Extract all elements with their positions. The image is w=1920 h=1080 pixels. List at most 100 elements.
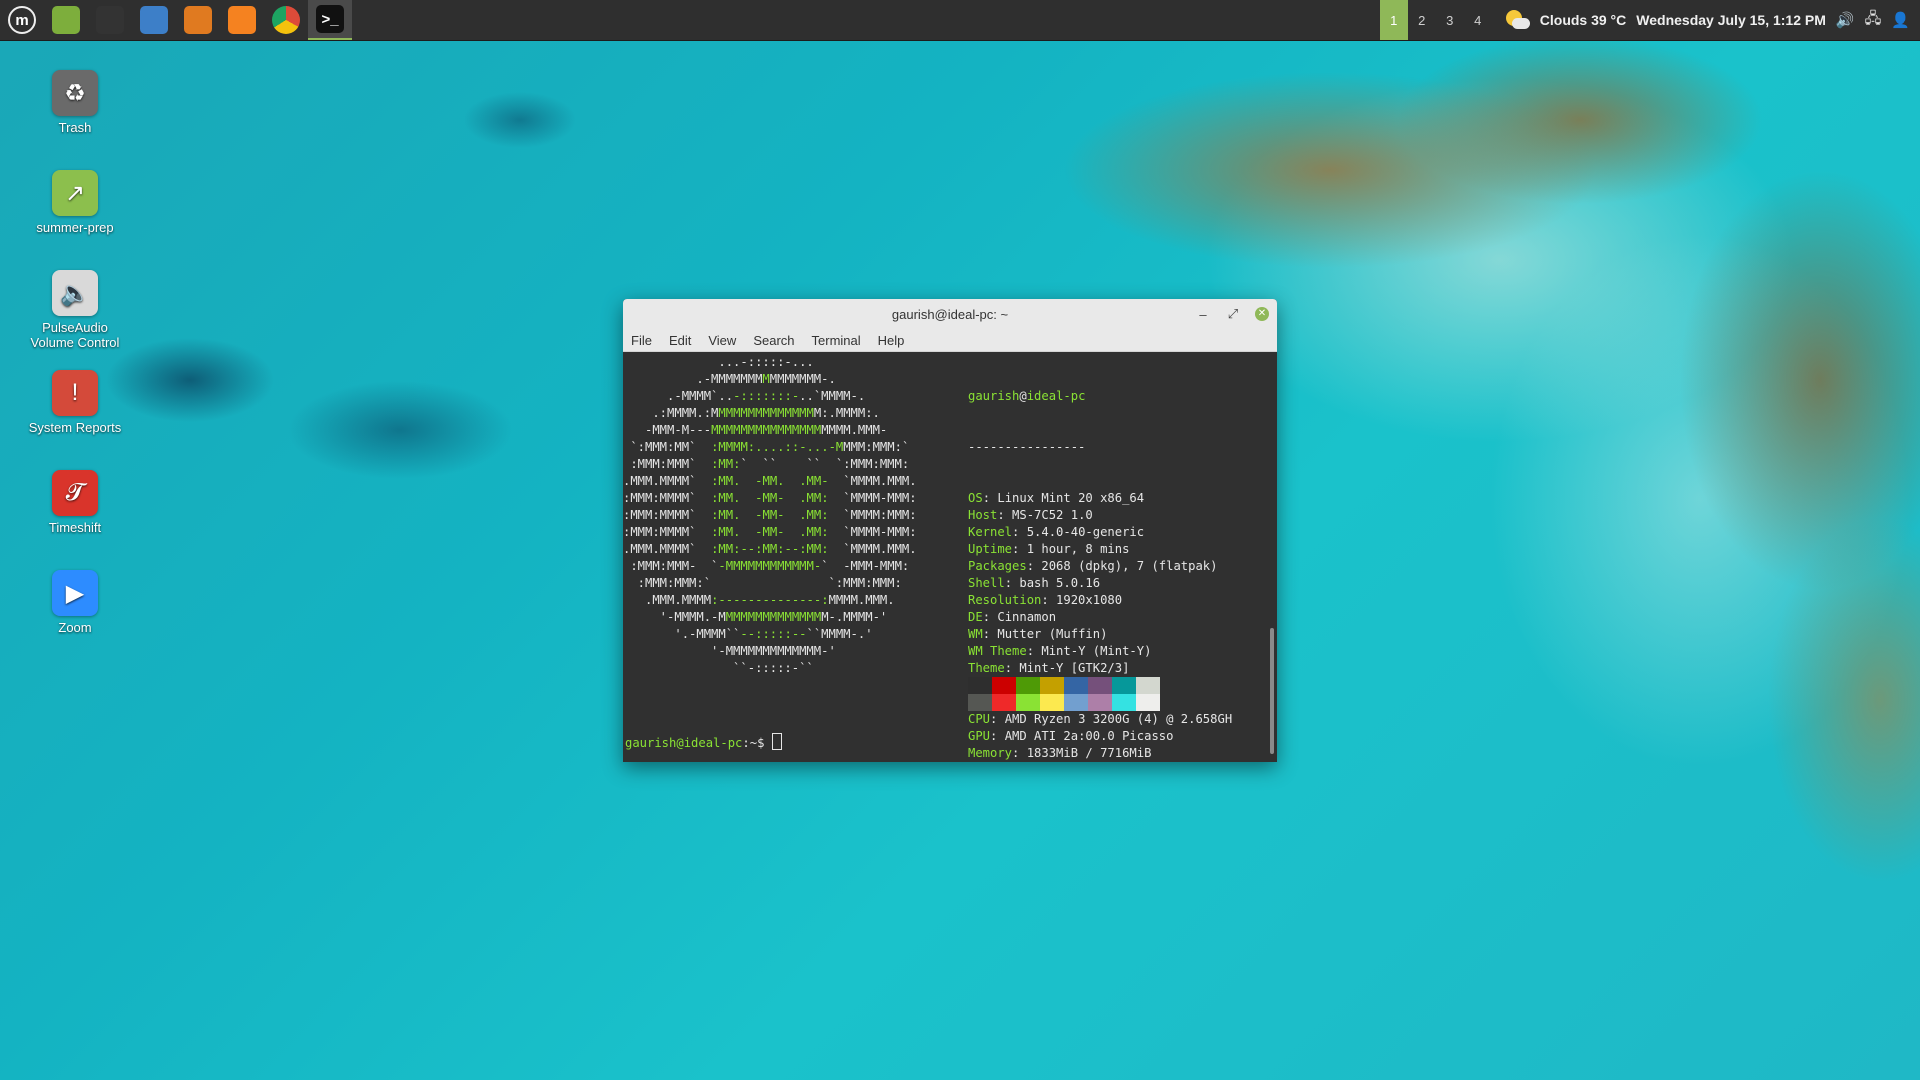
text-editor-launcher[interactable] [132, 0, 176, 40]
close-button[interactable]: ✕ [1255, 307, 1269, 321]
menu-edit[interactable]: Edit [669, 333, 691, 348]
terminal-content[interactable]: ...-:::::-... .-MMMMMMMMMMMMMMM-. .-MMMM… [623, 352, 1277, 762]
system-monitor-launcher[interactable] [88, 0, 132, 40]
info-line: Packages: 2068 (dpkg), 7 (flatpak) [968, 558, 1232, 575]
menu-search[interactable]: Search [753, 333, 794, 348]
weather-text[interactable]: Clouds 39 °C [1540, 12, 1627, 28]
info-value: : Mutter (Muffin) [982, 627, 1108, 641]
palette-swatch [1064, 694, 1088, 711]
menu-help[interactable]: Help [878, 333, 905, 348]
ascii-art-line: .MMM.MMMM` :MM. -MM. .MM- `MMMM.MMM. [623, 474, 917, 488]
desktop-icon-label: Zoom [58, 620, 92, 635]
top-panel: m >_ 1234 Clouds 39 °C Wednesday July 15,… [0, 0, 1920, 41]
desktop-icon-timeshift[interactable]: 𝓣 Timeshift [20, 470, 130, 535]
menu-icon: m [8, 6, 36, 34]
window-titlebar[interactable]: gaurish@ideal-pc: ~ – ⤢ ✕ [623, 299, 1277, 329]
desktop-icon-trash[interactable]: ♻ Trash [20, 70, 130, 135]
palette-swatch [1136, 677, 1160, 694]
info-value: : Mint-Y [GTK2/3] [1004, 661, 1130, 675]
menu-terminal[interactable]: Terminal [812, 333, 861, 348]
info-line: Host: MS-7C52 1.0 [968, 507, 1232, 524]
system-tray: Clouds 39 °C Wednesday July 15, 1:12 PM … [1492, 0, 1920, 40]
palette-swatch [992, 694, 1016, 711]
drawing-launcher[interactable] [176, 0, 220, 40]
info-key: DE [968, 610, 983, 624]
shell-prompt[interactable]: gaurish@ideal-pc:~$ [625, 733, 782, 752]
workspace-1[interactable]: 1 [1379, 0, 1408, 40]
ascii-art-line: ``-:::::-`` [623, 661, 814, 675]
palette-swatch [1016, 677, 1040, 694]
info-key: Shell [968, 576, 1005, 590]
window-title: gaurish@ideal-pc: ~ [891, 306, 1009, 322]
info-value: : Mint-Y (Mint-Y) [1026, 644, 1152, 658]
menu-file[interactable]: File [631, 333, 652, 348]
files-launcher[interactable] [44, 0, 88, 40]
info-line: Uptime: 1 hour, 8 mins [968, 541, 1232, 558]
info-line: Kernel: 5.4.0-40-generic [968, 524, 1232, 541]
drawing-icon [184, 6, 212, 34]
terminal-launcher[interactable]: >_ [308, 0, 352, 40]
info-key: OS [968, 491, 983, 505]
summer-prep-icon: ↗ [52, 170, 98, 216]
prompt-user-host: gaurish@ideal-pc [625, 736, 743, 750]
info-value: : Cinnamon [982, 610, 1057, 624]
desktop-icon-zoom[interactable]: ▶ Zoom [20, 570, 130, 635]
ascii-art-line: '-MMMMMMMMMMMMM-' [623, 644, 836, 658]
info-key: CPU [968, 712, 991, 726]
timeshift-icon: 𝓣 [52, 470, 98, 516]
system-reports-icon: ! [52, 370, 98, 416]
info-value: : AMD ATI 2a:00.0 Picasso [990, 729, 1174, 743]
volume-icon[interactable]: 🔊 [1836, 11, 1855, 29]
info-line: WM: Mutter (Muffin) [968, 626, 1232, 643]
ascii-art-line: '-MMMM.-MMMMMMMMMMMMMMM-.MMMM-' [623, 610, 888, 624]
workspace-3[interactable]: 3 [1436, 0, 1464, 40]
weather-icon[interactable] [1504, 9, 1530, 31]
desktop-icon-summer-prep[interactable]: ↗ summer-prep [20, 170, 130, 235]
info-key: Memory [968, 746, 1013, 760]
info-line: WM Theme: Mint-Y (Mint-Y) [968, 643, 1232, 660]
minimize-button[interactable]: – [1195, 307, 1211, 322]
palette-swatch [1064, 677, 1088, 694]
palette-swatch [1040, 694, 1064, 711]
desktop-icon-pulseaudio-volume-control[interactable]: 🔈 PulseAudio Volume Control [20, 270, 130, 350]
info-line: OS: Linux Mint 20 x86_64 [968, 490, 1232, 507]
scrollbar[interactable] [1270, 628, 1274, 754]
menu-launcher[interactable]: m [0, 0, 44, 40]
menu-view[interactable]: View [708, 333, 736, 348]
ascii-art-line: '.-MMMM``--:::::--``MMMM-.' [623, 627, 873, 641]
network-icon[interactable]: 🖧 [1865, 8, 1882, 33]
clock[interactable]: Wednesday July 15, 1:12 PM [1636, 12, 1826, 28]
text-editor-icon [140, 6, 168, 34]
host-name: ideal-pc [1026, 389, 1086, 403]
ascii-art-line: .:MMMM.:MMMMMMMMMMMMMMM:.MMMM:. [623, 406, 880, 420]
info-line: Shell: bash 5.0.16 [968, 575, 1232, 592]
workspace-4[interactable]: 4 [1464, 0, 1492, 40]
chrome-icon [272, 6, 300, 34]
terminal-icon: >_ [316, 5, 344, 33]
info-key: Uptime [968, 542, 1013, 556]
firefox-launcher[interactable] [220, 0, 264, 40]
maximize-button[interactable]: ⤢ [1225, 306, 1241, 322]
desktop-icon-system-reports[interactable]: ! System Reports [20, 370, 130, 435]
text-cursor [771, 733, 782, 750]
palette-swatch [968, 677, 992, 694]
color-palette [968, 677, 1160, 711]
firefox-icon [228, 6, 256, 34]
info-key: Resolution [968, 593, 1042, 607]
desktop-icon-label: Trash [58, 120, 92, 135]
user-icon[interactable]: 👤 [1891, 11, 1910, 29]
info-line: CPU: AMD Ryzen 3 3200G (4) @ 2.658GH [968, 711, 1232, 728]
palette-swatch [1112, 694, 1136, 711]
palette-swatch [1136, 694, 1160, 711]
info-value: : Linux Mint 20 x86_64 [982, 491, 1145, 505]
palette-swatch [968, 694, 992, 711]
info-key: WM [968, 627, 983, 641]
zoom-icon: ▶ [52, 570, 98, 616]
chrome-launcher[interactable] [264, 0, 308, 40]
ascii-art-line: .MMM.MMMM` :MM:--:MM:--:MM: `MMMM.MMM. [623, 542, 917, 556]
ascii-art-line: :MMM:MMMM` :MM. -MM- .MM: `MMMM:MMM: [623, 508, 917, 522]
terminal-window[interactable]: gaurish@ideal-pc: ~ – ⤢ ✕ File Edit View Se… [623, 299, 1277, 762]
trash-icon: ♻ [52, 70, 98, 116]
workspace-2[interactable]: 2 [1408, 0, 1436, 40]
info-value: : bash 5.0.16 [1004, 576, 1101, 590]
